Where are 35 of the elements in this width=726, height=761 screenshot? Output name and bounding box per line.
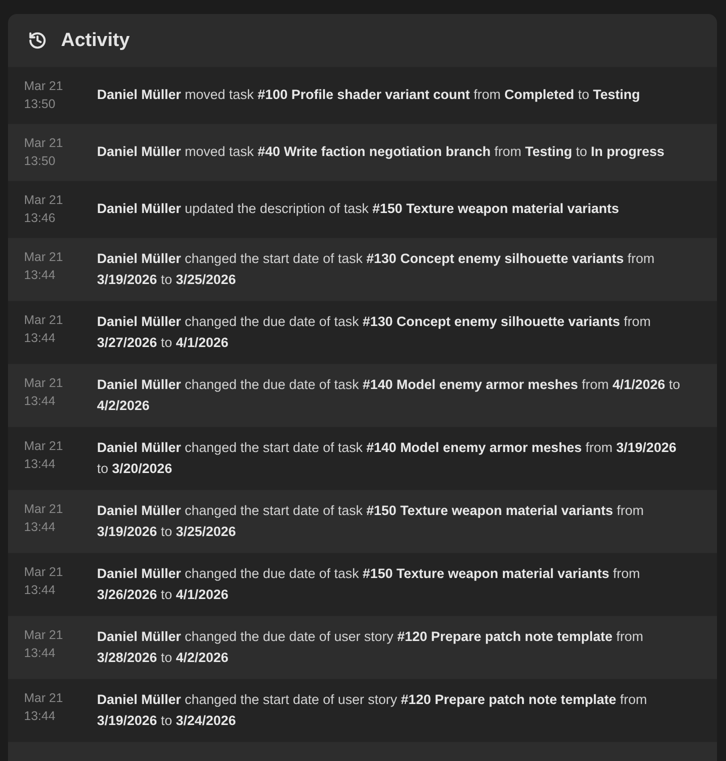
activity-date: Mar 21: [24, 438, 64, 455]
activity-date: Mar 21: [24, 192, 64, 209]
activity-message: Daniel Müller moved task #100 Profile shader variant count from Completed to Testing: [97, 86, 641, 104]
activity-time: 13:46: [24, 210, 56, 226]
activity-date: Mar 21: [24, 249, 64, 266]
activity-time: 13:44: [24, 708, 56, 724]
activity-message: Daniel Müller changed the start date of task #140 Model enemy armor meshes from 3/19/2026 to 3/20/2026: [97, 439, 678, 478]
activity-message: Daniel Müller changed the start date of user story #120 Prepare patch note template from 3/19/2026 to 3/24/2026: [97, 691, 648, 730]
activity-time: 13:50: [24, 152, 56, 170]
activity-date: Mar 21: [24, 78, 64, 95]
activity-message: Daniel Müller changed the due date of user story #120 Prepare patch note template from 3/28/2026 to 4/2/2026: [97, 628, 644, 666]
activity-message: Daniel Müller changed the start date of task #150 Texture weapon material variants from 3/19/2026 to 3/25/2026: [97, 502, 645, 540]
activity-date: Mar 21: [24, 564, 64, 581]
activity-message: Daniel Müller moved task #40 Write faction negotiation branch from Testing to In progress: [97, 143, 666, 162]
history-icon: [28, 31, 47, 50]
activity-date: Mar 21: [24, 375, 64, 392]
activity-message: Daniel Müller changed the due date of task #150 Texture weapon material variants from 3/26/2026 to 4/1/2026: [97, 565, 642, 604]
panel-title: Activity: [61, 29, 130, 52]
activity-message: Daniel Müller changed the start date of task #130 Concept enemy silhouette variants from 3/19/2026 to 3/25/2026: [97, 250, 656, 288]
activity-date: Mar 21: [24, 312, 64, 329]
activity-time: 13:44: [24, 518, 56, 536]
activity-date: Mar 21: [24, 135, 64, 152]
activity-time: 13:44: [24, 582, 56, 598]
activity-date: Mar 21: [24, 690, 64, 707]
activity-date: Mar 21: [24, 501, 64, 518]
activity-time: 13:44: [24, 644, 56, 662]
activity-time: 13:50: [24, 96, 56, 112]
activity-message: Daniel Müller changed the due date of task #130 Concept enemy silhouette variants from 3/27/2026 to 4/1/2026: [97, 313, 652, 352]
activity-time: 13:44: [24, 392, 56, 410]
activity-message: Daniel Müller changed the due date of task #140 Model enemy armor meshes from 4/1/2026 to 4/2/2026: [97, 376, 682, 414]
activity-message: Daniel Müller updated the description of task #150 Texture weapon material variants: [97, 200, 620, 218]
activity-date: Mar 21: [24, 627, 64, 644]
activity-time: 13:44: [24, 266, 56, 284]
activity-time: 13:44: [24, 330, 56, 346]
activity-time: 13:44: [24, 456, 56, 472]
